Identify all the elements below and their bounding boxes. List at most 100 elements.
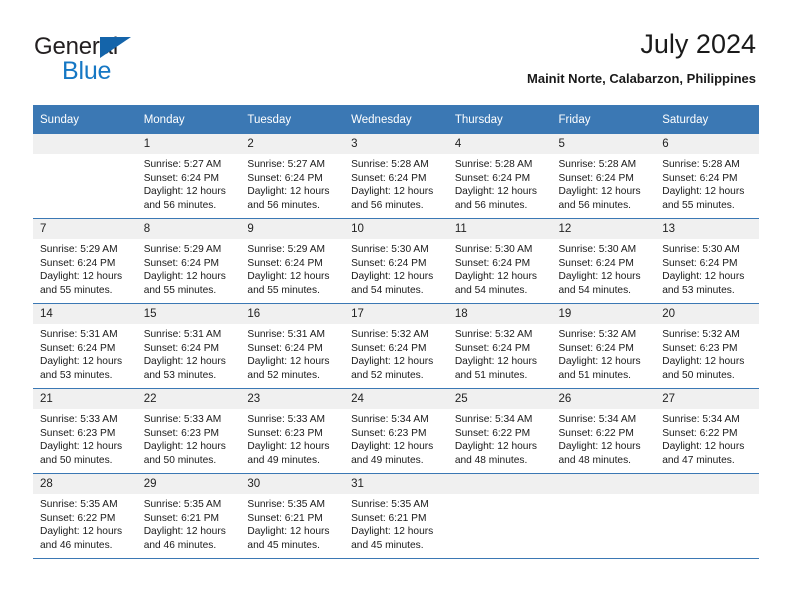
day-cell[interactable]: 18 Sunrise: 5:32 AM Sunset: 6:24 PM Dayl… bbox=[447, 303, 552, 389]
day-cell[interactable]: 16 Sunrise: 5:31 AM Sunset: 6:24 PM Dayl… bbox=[240, 303, 345, 389]
sunset-line: Sunset: 6:24 PM bbox=[351, 257, 427, 269]
daylight-line-1: Daylight: 12 hours bbox=[351, 271, 434, 283]
daylight-line-2: and 56 minutes. bbox=[558, 199, 632, 211]
day-info: Sunrise: 5:34 AM Sunset: 6:22 PM Dayligh… bbox=[448, 409, 552, 467]
day-cell[interactable]: 5 Sunrise: 5:28 AM Sunset: 6:24 PM Dayli… bbox=[551, 134, 656, 219]
sunset-line: Sunset: 6:21 PM bbox=[143, 512, 220, 524]
sunrise-line: Sunrise: 5:28 AM bbox=[454, 159, 533, 170]
daylight-line-1: Daylight: 12 hours bbox=[143, 356, 226, 368]
day-info: Sunrise: 5:31 AM Sunset: 6:24 PM Dayligh… bbox=[33, 324, 137, 382]
sunset-line: Sunset: 6:23 PM bbox=[143, 427, 220, 439]
day-number: 29 bbox=[136, 474, 241, 494]
day-cell[interactable]: 1 Sunrise: 5:27 AM Sunset: 6:24 PM Dayli… bbox=[136, 134, 241, 219]
day-number: 9 bbox=[240, 219, 345, 239]
day-number: 17 bbox=[344, 304, 448, 324]
day-info: Sunrise: 5:29 AM Sunset: 6:24 PM Dayligh… bbox=[240, 239, 344, 297]
day-cell[interactable]: 17 Sunrise: 5:32 AM Sunset: 6:24 PM Dayl… bbox=[344, 303, 448, 389]
day-cell[interactable]: 27 Sunrise: 5:34 AM Sunset: 6:22 PM Dayl… bbox=[655, 388, 759, 474]
day-cell[interactable]: 23 Sunrise: 5:33 AM Sunset: 6:23 PM Dayl… bbox=[240, 388, 345, 474]
day-cell[interactable]: 26 Sunrise: 5:34 AM Sunset: 6:22 PM Dayl… bbox=[551, 388, 656, 474]
daylight-line-2: and 55 minutes. bbox=[143, 284, 217, 296]
daylight-line-1: Daylight: 12 hours bbox=[454, 186, 537, 198]
day-cell[interactable]: 30 Sunrise: 5:35 AM Sunset: 6:21 PM Dayl… bbox=[240, 473, 345, 559]
daylight-line-1: Daylight: 12 hours bbox=[558, 271, 641, 283]
daylight-line-1: Daylight: 12 hours bbox=[40, 356, 123, 368]
daylight-line-1: Daylight: 12 hours bbox=[247, 526, 330, 538]
daylight-line-2: and 53 minutes. bbox=[143, 369, 217, 381]
day-cell[interactable]: 14 Sunrise: 5:31 AM Sunset: 6:24 PM Dayl… bbox=[33, 303, 137, 389]
daylight-line-2: and 46 minutes. bbox=[40, 539, 113, 551]
daylight-line-2: and 52 minutes. bbox=[247, 369, 320, 381]
sunset-line: Sunset: 6:24 PM bbox=[454, 257, 531, 269]
day-info bbox=[448, 494, 552, 498]
sunset-line: Sunset: 6:24 PM bbox=[247, 342, 323, 354]
day-cell[interactable]: 28 Sunrise: 5:35 AM Sunset: 6:22 PM Dayl… bbox=[33, 473, 137, 559]
day-cell[interactable]: 2 Sunrise: 5:27 AM Sunset: 6:24 PM Dayli… bbox=[240, 134, 345, 219]
general-blue-logo[interactable]: General Blue bbox=[34, 34, 234, 90]
daylight-line-2: and 55 minutes. bbox=[662, 199, 735, 211]
day-cell[interactable] bbox=[33, 134, 137, 219]
day-cell[interactable]: 25 Sunrise: 5:34 AM Sunset: 6:22 PM Dayl… bbox=[447, 388, 552, 474]
week-row: 1 Sunrise: 5:27 AM Sunset: 6:24 PM Dayli… bbox=[33, 134, 759, 219]
day-info: Sunrise: 5:29 AM Sunset: 6:24 PM Dayligh… bbox=[137, 239, 241, 297]
day-info: Sunrise: 5:29 AM Sunset: 6:24 PM Dayligh… bbox=[33, 239, 137, 297]
sunrise-line: Sunrise: 5:32 AM bbox=[454, 329, 533, 340]
daylight-line-1: Daylight: 12 hours bbox=[247, 356, 330, 368]
daylight-line-1: Daylight: 12 hours bbox=[662, 271, 745, 283]
week-row: 21 Sunrise: 5:33 AM Sunset: 6:23 PM Dayl… bbox=[33, 388, 759, 474]
sunrise-line: Sunrise: 5:30 AM bbox=[454, 244, 533, 255]
daylight-line-2: and 54 minutes. bbox=[454, 284, 528, 296]
day-number: 18 bbox=[447, 304, 552, 324]
sunrise-line: Sunrise: 5:29 AM bbox=[40, 244, 118, 255]
day-cell[interactable]: 13 Sunrise: 5:30 AM Sunset: 6:24 PM Dayl… bbox=[655, 218, 759, 304]
day-cell[interactable]: 12 Sunrise: 5:30 AM Sunset: 6:24 PM Dayl… bbox=[551, 218, 656, 304]
day-cell[interactable]: 20 Sunrise: 5:32 AM Sunset: 6:23 PM Dayl… bbox=[655, 303, 759, 389]
day-cell[interactable]: 8 Sunrise: 5:29 AM Sunset: 6:24 PM Dayli… bbox=[136, 218, 241, 304]
page-header: General Blue July 2024 Mainit Norte, Cal… bbox=[0, 26, 792, 98]
day-info: Sunrise: 5:33 AM Sunset: 6:23 PM Dayligh… bbox=[137, 409, 241, 467]
sunrise-line: Sunrise: 5:31 AM bbox=[40, 329, 118, 340]
day-cell[interactable]: 4 Sunrise: 5:28 AM Sunset: 6:24 PM Dayli… bbox=[447, 134, 552, 219]
day-number: 20 bbox=[655, 304, 759, 324]
sunset-line: Sunset: 6:24 PM bbox=[40, 257, 116, 269]
day-cell[interactable]: 29 Sunrise: 5:35 AM Sunset: 6:21 PM Dayl… bbox=[136, 473, 241, 559]
day-number: 7 bbox=[33, 219, 137, 239]
day-cell[interactable]: 9 Sunrise: 5:29 AM Sunset: 6:24 PM Dayli… bbox=[240, 218, 345, 304]
daylight-line-2: and 48 minutes. bbox=[558, 454, 632, 466]
sunrise-line: Sunrise: 5:33 AM bbox=[40, 414, 118, 425]
day-cell[interactable]: 21 Sunrise: 5:33 AM Sunset: 6:23 PM Dayl… bbox=[33, 388, 137, 474]
day-number: 2 bbox=[240, 134, 345, 154]
day-number: 31 bbox=[344, 474, 448, 494]
day-cell[interactable]: 22 Sunrise: 5:33 AM Sunset: 6:23 PM Dayl… bbox=[136, 388, 241, 474]
sunset-line: Sunset: 6:24 PM bbox=[143, 172, 220, 184]
sunset-line: Sunset: 6:23 PM bbox=[662, 342, 738, 354]
day-info: Sunrise: 5:35 AM Sunset: 6:21 PM Dayligh… bbox=[137, 494, 241, 552]
weekday-header-friday: Friday bbox=[551, 105, 656, 134]
daylight-line-2: and 51 minutes. bbox=[558, 369, 632, 381]
day-cell[interactable]: 15 Sunrise: 5:31 AM Sunset: 6:24 PM Dayl… bbox=[136, 303, 241, 389]
day-cell[interactable]: 6 Sunrise: 5:28 AM Sunset: 6:24 PM Dayli… bbox=[655, 134, 759, 219]
day-cell[interactable]: 10 Sunrise: 5:30 AM Sunset: 6:24 PM Dayl… bbox=[344, 218, 448, 304]
day-cell[interactable] bbox=[447, 473, 552, 559]
daylight-line-1: Daylight: 12 hours bbox=[558, 441, 641, 453]
daylight-line-2: and 56 minutes. bbox=[351, 199, 424, 211]
day-number: 3 bbox=[344, 134, 448, 154]
daylight-line-2: and 53 minutes. bbox=[40, 369, 113, 381]
day-cell[interactable]: 7 Sunrise: 5:29 AM Sunset: 6:24 PM Dayli… bbox=[33, 218, 137, 304]
sunrise-sunset-calendar: Sunday Monday Tuesday Wednesday Thursday… bbox=[33, 105, 759, 559]
day-cell[interactable]: 3 Sunrise: 5:28 AM Sunset: 6:24 PM Dayli… bbox=[344, 134, 448, 219]
day-cell[interactable]: 19 Sunrise: 5:32 AM Sunset: 6:24 PM Dayl… bbox=[551, 303, 656, 389]
day-cell[interactable]: 11 Sunrise: 5:30 AM Sunset: 6:24 PM Dayl… bbox=[447, 218, 552, 304]
daylight-line-2: and 46 minutes. bbox=[143, 539, 217, 551]
daylight-line-2: and 56 minutes. bbox=[454, 199, 528, 211]
day-cell[interactable] bbox=[551, 473, 656, 559]
day-cell[interactable]: 24 Sunrise: 5:34 AM Sunset: 6:23 PM Dayl… bbox=[344, 388, 448, 474]
day-cell[interactable] bbox=[655, 473, 759, 559]
day-cell[interactable]: 31 Sunrise: 5:35 AM Sunset: 6:21 PM Dayl… bbox=[344, 473, 448, 559]
daylight-line-1: Daylight: 12 hours bbox=[247, 441, 330, 453]
daylight-line-2: and 52 minutes. bbox=[351, 369, 424, 381]
sunrise-line: Sunrise: 5:28 AM bbox=[662, 159, 740, 170]
sunset-line: Sunset: 6:21 PM bbox=[247, 512, 323, 524]
day-info bbox=[655, 494, 759, 498]
sunrise-line: Sunrise: 5:28 AM bbox=[558, 159, 637, 170]
